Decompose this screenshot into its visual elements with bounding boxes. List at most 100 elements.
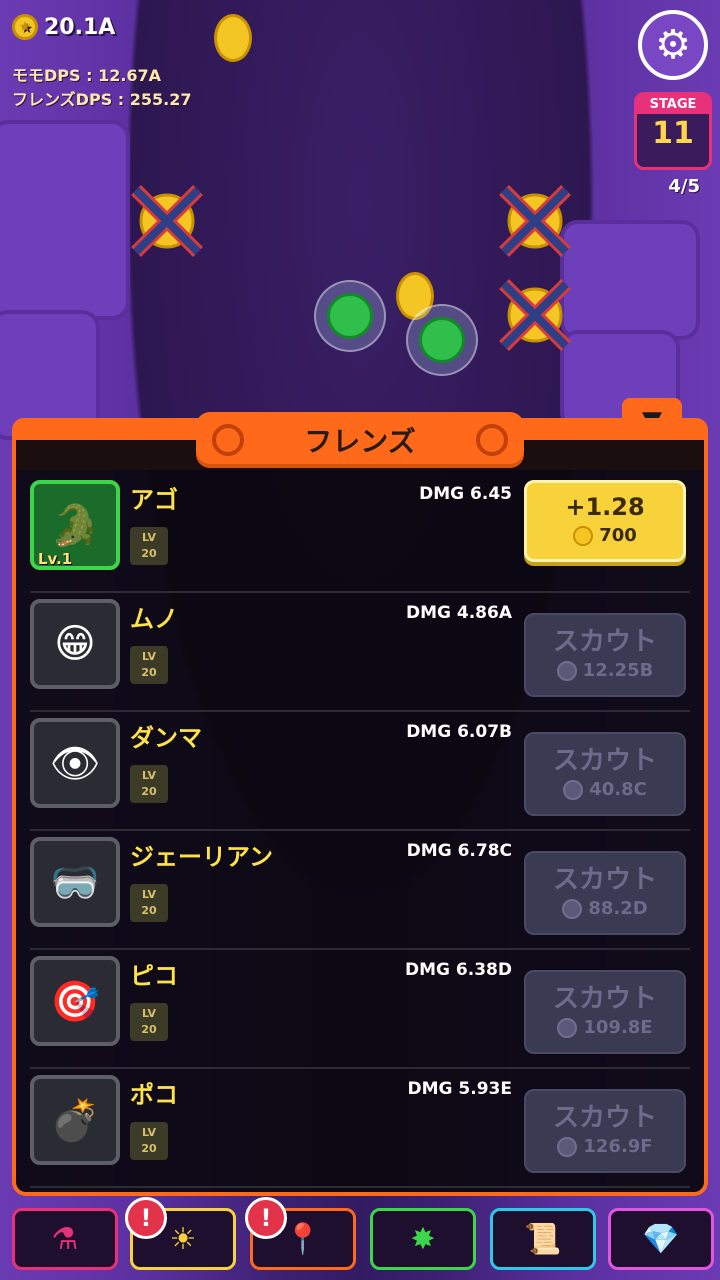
friend-avatar[interactable]: 🥽 [30,837,120,927]
friend-damage: DMG 6.78C [406,841,512,861]
panel-title: フレンズ [304,425,416,458]
visor-face-icon: 🥽 [50,859,100,906]
friend-avatar[interactable]: 🐊 Lv.1 [30,480,120,570]
scout-label: スカウト [552,627,657,657]
scroll-icon: 📜 [524,1221,562,1257]
scout-cost: 40.8C [589,779,647,800]
scout-cost: 109.8E [583,1017,653,1038]
friend-row: 🎯 ピコ LV 20 DMG 6.38D スカウト 109.8E [30,950,690,1069]
friend-name: ジェーリアン [130,843,274,871]
tab-gem-shop[interactable]: 💎 [608,1208,714,1270]
rock-decoration [0,120,130,320]
level-badge: LV 20 [130,1122,168,1160]
coin-icon [562,898,583,919]
friends-dps: フレンズDPS : 255.27 [12,90,192,109]
panel-title-banner: フレンズ [196,412,524,468]
tab-sun-power[interactable]: ☀! [125,1197,236,1270]
scout-button[interactable]: スカウト 88.2D [524,851,686,935]
potion-icon: ⚗ [51,1221,79,1257]
friends-list: 🐊 Lv.1 アゴ LV 20 DMG 6.45 +1.28 700 😁 ムノ … [30,474,690,1188]
green-worm-enemy[interactable] [314,280,386,352]
crossed-bomb-enemy[interactable] [128,182,206,260]
friend-row: 💣 ポコ LV 20 DMG 5.93E スカウト 126.9F [30,1069,690,1188]
scout-cost: 88.2D [588,898,648,919]
friend-avatar[interactable]: 👁 [30,718,120,808]
floating-coin[interactable] [214,14,252,62]
scout-button[interactable]: スカウト 40.8C [524,732,686,816]
coin-icon [563,779,584,800]
friend-avatar[interactable]: 💣 [30,1075,120,1165]
scout-button[interactable]: スカウト 12.25B [524,613,686,697]
friend-damage: DMG 6.45 [419,484,512,504]
scout-button[interactable]: スカウト 126.9F [524,1089,686,1173]
level-badge-value: 20 [141,666,157,679]
rock-decoration [560,220,700,340]
level-badge: LV 20 [130,765,168,803]
friend-name: ムノ [130,605,178,633]
crossed-bomb-enemy[interactable] [496,182,574,260]
stage-indicator: STAGE 11 [634,92,712,170]
scout-label: スカウト [552,746,657,776]
avatar-level-tag: Lv.1 [38,550,73,568]
scout-label: スカウト [552,1103,657,1133]
bomb-pin-icon: 📍 [284,1221,322,1257]
tab-potion[interactable]: ⚗ [12,1208,118,1270]
friend-damage: DMG 6.07B [406,722,512,742]
level-badge: LV 20 [130,527,168,565]
level-badge-label: LV [141,531,156,544]
level-badge: LV 20 [130,1003,168,1041]
friend-damage: DMG 6.38D [405,960,512,980]
purple-hood-face-icon: 👁 [49,740,101,787]
scout-button[interactable]: スカウト 109.8E [524,970,686,1054]
bottom-tab-bar: ⚗ ☀! 📍! ✸ 📜 💎 [0,1197,720,1280]
level-badge-value: 20 [141,1023,157,1036]
alert-badge: ! [125,1197,167,1239]
level-badge: LV 20 [130,884,168,922]
coin-icon [573,525,594,546]
level-badge-label: LV [141,1126,156,1139]
friend-row: 🐊 Lv.1 アゴ LV 20 DMG 6.45 +1.28 700 [30,474,690,593]
friend-name: ピコ [130,962,178,990]
scout-cost: 126.9F [583,1136,653,1157]
burst-icon: ✸ [410,1221,436,1257]
green-worm-enemy[interactable] [406,304,478,376]
level-badge-label: LV [141,1007,156,1020]
coin-counter: ★ 20.1A [12,14,115,40]
level-badge-label: LV [141,888,156,901]
pink-blob-face-icon: 😁 [54,621,96,667]
level-up-gain: +1.28 [565,493,645,521]
tab-burst[interactable]: ✸ [370,1208,476,1270]
settings-button[interactable]: ⚙ [638,10,708,80]
friends-panel: 🐊 Lv.1 アゴ LV 20 DMG 6.45 +1.28 700 😁 ムノ … [12,440,708,1196]
coin-icon [557,1136,578,1157]
tab-bomb-pin[interactable]: 📍! [245,1197,356,1270]
coin-icon [557,1017,578,1038]
stage-number: 11 [652,116,694,151]
friend-avatar[interactable]: 😁 [30,599,120,689]
tab-scroll[interactable]: 📜 [490,1208,596,1270]
friend-avatar[interactable]: 🎯 [30,956,120,1046]
bomb-face-icon: 💣 [50,1097,100,1144]
level-badge-label: LV [141,769,156,782]
level-badge-value: 20 [141,904,157,917]
gem-shop-icon: 💎 [642,1221,680,1257]
stage-label: STAGE [637,95,709,114]
friend-row: 👁 ダンマ LV 20 DMG 6.07B スカウト 40.8C [30,712,690,831]
scout-label: スカウト [552,984,657,1014]
swirl-icon [212,424,244,456]
green-croc-face-icon: 🐊 [50,502,100,549]
swirl-icon [476,424,508,456]
level-up-button[interactable]: +1.28 700 [524,480,686,562]
level-badge: LV 20 [130,646,168,684]
stage-progress: 4/5 [668,176,700,197]
coin-icon: ★ [12,14,38,40]
gear-icon: ⚙ [655,22,691,68]
cyclops-face-icon: 🎯 [50,978,100,1025]
friend-row: 😁 ムノ LV 20 DMG 4.86A スカウト 12.25B [30,593,690,712]
crossed-bomb-enemy[interactable] [496,276,574,354]
coin-amount: 20.1A [44,14,116,40]
level-badge-value: 20 [141,1142,157,1155]
momo-dps: モモDPS : 12.67A [12,66,162,85]
sun-power-icon: ☀ [169,1221,197,1257]
friend-row: 🥽 ジェーリアン LV 20 DMG 6.78C スカウト 88.2D [30,831,690,950]
